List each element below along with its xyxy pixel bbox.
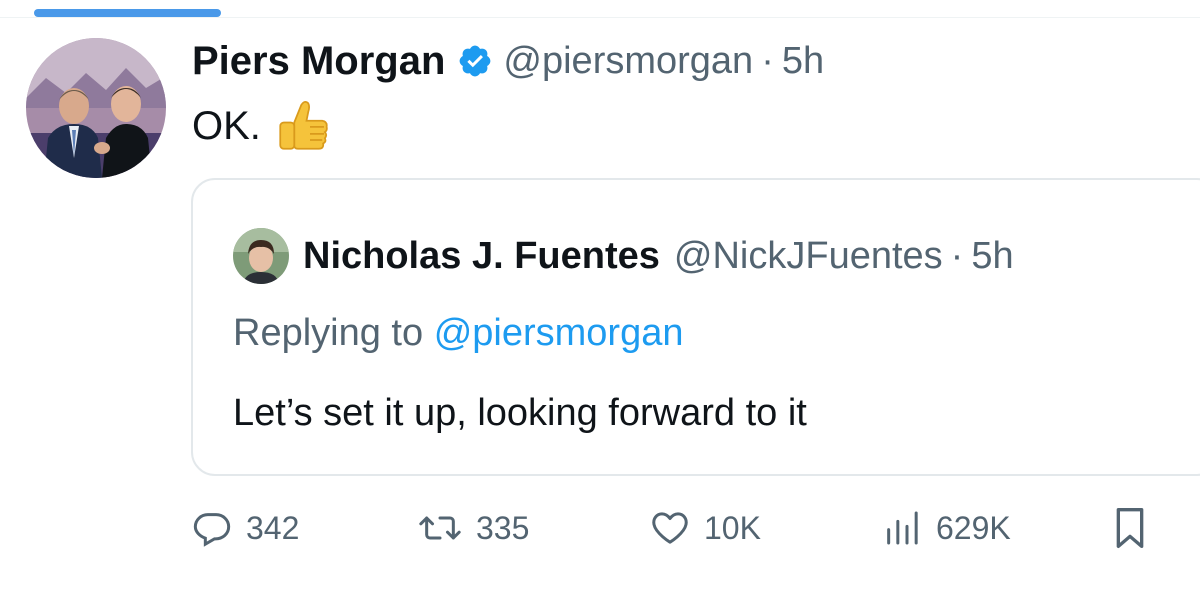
separator-dot: · [761,39,774,82]
retweet-icon [418,508,462,548]
quoted-author-display-name[interactable]: Nicholas J. Fuentes [303,235,660,278]
verified-badge-icon [457,43,493,79]
views-button[interactable]: 629K [882,500,1011,556]
views-count: 629K [936,509,1011,546]
like-button[interactable]: 10K [650,500,761,556]
replying-to-mention[interactable]: @piersmorgan [434,312,684,354]
heart-icon [650,508,690,548]
tweet-header: Piers Morgan @piersmorgan · 5h [192,36,824,86]
retweet-button[interactable]: 335 [418,500,529,556]
quoted-author-avatar[interactable] [233,228,289,284]
tweet-page: Piers Morgan @piersmorgan · 5h OK. Nicho… [0,0,1200,592]
quoted-tweet-card[interactable]: Nicholas J. Fuentes @NickJFuentes · 5h R… [191,178,1200,476]
quoted-tweet-header: Nicholas J. Fuentes @NickJFuentes · 5h [233,228,1014,284]
bookmark-button[interactable] [1110,500,1150,556]
quoted-separator-dot: · [950,234,964,277]
quoted-tweet-text: Let’s set it up, looking forward to it [233,392,807,434]
thumbs-up-icon [275,98,331,154]
retweet-count: 335 [476,509,530,546]
replying-to-line: Replying to @piersmorgan [233,312,683,355]
reply-count: 342 [246,509,300,546]
reply-button[interactable]: 342 [192,500,299,556]
quoted-author-handle[interactable]: @NickJFuentes [674,235,943,278]
analytics-icon [882,508,922,548]
author-handle[interactable]: @piersmorgan [503,40,753,83]
top-divider [0,17,1200,18]
replying-to-label: Replying to [233,312,424,354]
tweet-timestamp[interactable]: 5h [782,40,824,83]
author-avatar[interactable] [26,38,166,178]
tweet-text: OK. [192,98,331,154]
tab-indicator [34,9,221,17]
tweet-action-bar: 342 335 10K 629K [192,500,1160,556]
bookmark-icon [1110,506,1150,550]
tweet-body: OK. [192,103,261,148]
quoted-tweet-timestamp[interactable]: 5h [971,235,1013,278]
author-display-name[interactable]: Piers Morgan [192,39,445,84]
like-count: 10K [704,509,761,546]
reply-icon [192,508,232,548]
